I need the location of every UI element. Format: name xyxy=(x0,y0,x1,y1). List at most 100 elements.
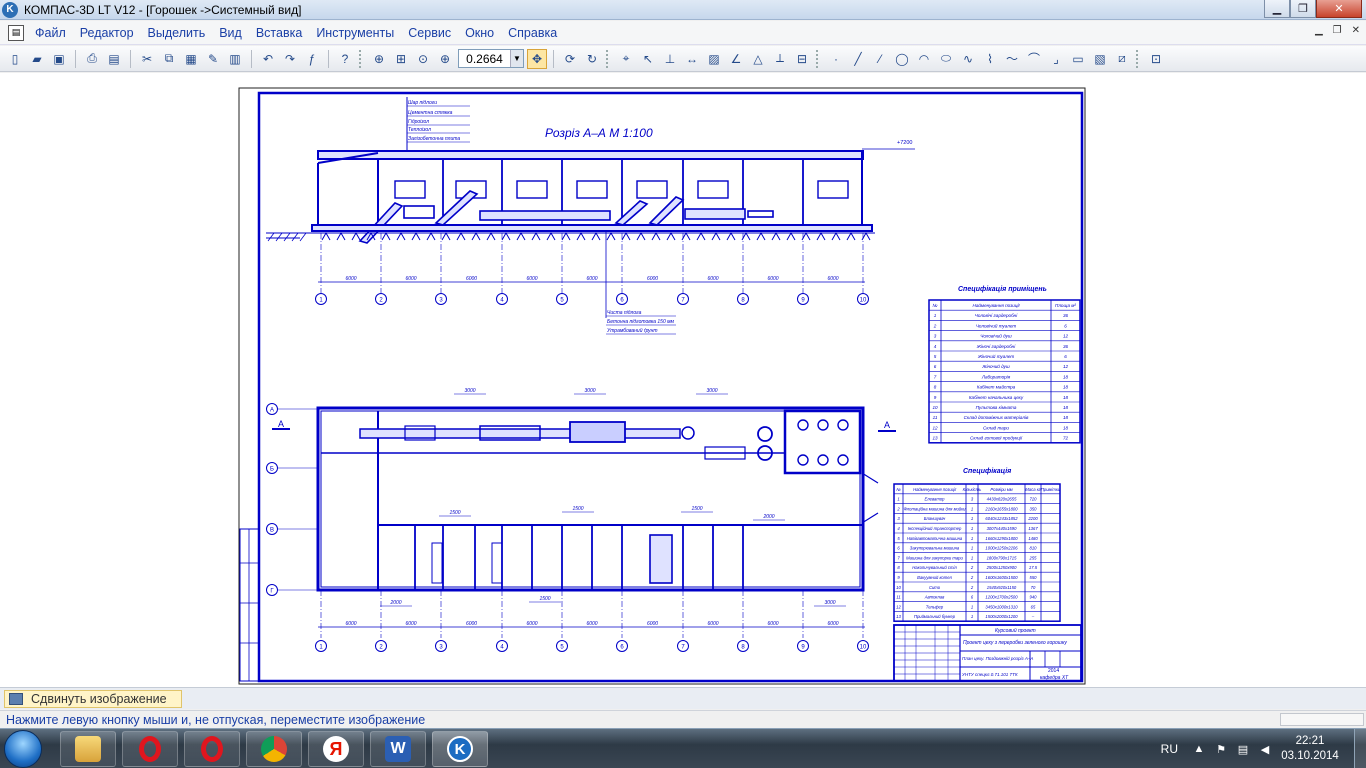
drawing-canvas[interactable]: Шар підлоги Цементна стяжка Гідроізол Те… xyxy=(0,73,1366,687)
dimension-icon[interactable]: ↔ xyxy=(682,49,702,69)
coordinates-icon[interactable]: ⊥ xyxy=(660,49,680,69)
table-cell: 36 xyxy=(1063,313,1069,318)
zoom-value[interactable]: 0.2664 xyxy=(459,52,510,66)
table-cell: 1 xyxy=(971,546,973,551)
refresh-icon[interactable]: ↻ xyxy=(582,49,602,69)
document-icon[interactable]: ▤ xyxy=(8,24,24,41)
triangle-icon[interactable]: △ xyxy=(748,49,768,69)
taskbar-yandex[interactable]: Я xyxy=(308,731,364,767)
rectangle-icon[interactable]: ▭ xyxy=(1068,49,1088,69)
redraw-icon[interactable]: ⟳ xyxy=(560,49,580,69)
measure-icon[interactable]: ∠ xyxy=(726,49,746,69)
taskbar-opera-2[interactable] xyxy=(184,731,240,767)
toolbar-grip[interactable] xyxy=(1136,49,1142,68)
table-icon[interactable]: ⊟ xyxy=(792,49,812,69)
chevron-down-icon[interactable]: ▼ xyxy=(510,50,523,67)
table-cell: 810 xyxy=(1030,546,1038,551)
paste-icon[interactable]: ▦ xyxy=(181,49,201,69)
table-cell: 1 xyxy=(971,614,973,619)
pointer-icon[interactable]: ↖ xyxy=(638,49,658,69)
manager-icon[interactable]: ▥ xyxy=(225,49,245,69)
table-cell: Площа м² xyxy=(1055,303,1076,308)
show-desktop-button[interactable] xyxy=(1354,729,1366,768)
dimension-text: 6000 xyxy=(345,276,356,282)
taskbar-chrome[interactable] xyxy=(246,731,302,767)
kompas-icon[interactable]: K xyxy=(2,1,18,18)
taskbar-opera-1[interactable] xyxy=(122,731,178,767)
doc-close-icon[interactable]: ✕ xyxy=(1352,25,1360,36)
language-indicator[interactable]: RU xyxy=(1161,742,1178,756)
properties-icon[interactable]: ✎ xyxy=(203,49,223,69)
undo-icon[interactable]: ↶ xyxy=(258,49,278,69)
menu-file[interactable]: Файл xyxy=(28,26,73,40)
table-cell: 2200 xyxy=(1027,516,1038,521)
start-button[interactable] xyxy=(4,730,42,768)
chevron-up-icon[interactable]: ▲ xyxy=(1192,742,1206,756)
menu-window[interactable]: Окно xyxy=(458,26,501,40)
doc-minimize-icon[interactable]: ▁ xyxy=(1315,25,1323,36)
clock[interactable]: 22:21 03.10.2014 xyxy=(1280,734,1340,764)
table-cell: 3007х440х1590 xyxy=(987,526,1017,531)
menu-insert[interactable]: Вставка xyxy=(249,26,309,40)
zoom-window-icon[interactable]: ⊞ xyxy=(391,49,411,69)
menu-tools[interactable]: Инструменты xyxy=(309,26,401,40)
fillet-icon[interactable]: ⌒ xyxy=(1024,49,1044,69)
drawing-workspace[interactable]: Шар підлоги Цементна стяжка Гідроізол Те… xyxy=(0,73,1366,687)
polyline-icon[interactable]: ⁄ xyxy=(870,49,890,69)
table-cell: Розміри мм xyxy=(990,487,1012,492)
maximize-button[interactable]: ❐ xyxy=(1290,0,1316,18)
close-icon: ✕ xyxy=(1334,3,1344,15)
taskbar-explorer[interactable] xyxy=(60,731,116,767)
flag-icon[interactable]: ⚑ xyxy=(1214,742,1228,756)
hatch-icon[interactable]: ▨ xyxy=(704,49,724,69)
save-icon[interactable]: ▣ xyxy=(49,49,69,69)
zoom-combobox[interactable]: 0.2664 ▼ xyxy=(458,49,524,68)
table-cell: Лабораторія xyxy=(981,374,1011,379)
zoom-all-icon[interactable]: ⊙ xyxy=(413,49,433,69)
open-folder-icon[interactable]: ▰ xyxy=(27,49,47,69)
snap-icon[interactable]: ⌖ xyxy=(616,49,636,69)
circle-icon[interactable]: ◯ xyxy=(892,49,912,69)
toolbar-grip[interactable] xyxy=(606,49,612,68)
network-icon[interactable]: ▤ xyxy=(1236,742,1250,756)
pan-icon[interactable]: ✥ xyxy=(527,48,547,69)
redo-icon[interactable]: ↷ xyxy=(280,49,300,69)
volume-icon[interactable]: ◀ xyxy=(1258,742,1272,756)
point-icon[interactable]: · xyxy=(826,49,846,69)
table-cell: 8 xyxy=(934,385,937,390)
menu-select[interactable]: Выделить xyxy=(141,26,213,40)
arc-icon[interactable]: ◠ xyxy=(914,49,934,69)
menu-edit[interactable]: Редактор xyxy=(73,26,141,40)
hatching-icon[interactable]: ▧ xyxy=(1090,49,1110,69)
menu-help[interactable]: Справка xyxy=(501,26,564,40)
line-icon[interactable]: ╱ xyxy=(848,49,868,69)
contour-icon[interactable]: ⌇ xyxy=(980,49,1000,69)
close-button[interactable]: ✕ xyxy=(1316,0,1362,18)
spline-icon[interactable]: ∿ xyxy=(958,49,978,69)
taskbar-kompas[interactable]: K xyxy=(432,731,488,767)
copy-icon[interactable]: ⧉ xyxy=(159,49,179,69)
minimize-button[interactable]: ▁ xyxy=(1264,0,1290,18)
equidistant-icon[interactable]: ⧄ xyxy=(1112,49,1132,69)
help-pointer-icon[interactable]: ? xyxy=(335,49,355,69)
new-document-icon[interactable]: ▯ xyxy=(5,49,25,69)
bezier-icon[interactable]: 〜 xyxy=(1002,49,1022,69)
taskbar-word[interactable]: W xyxy=(370,731,426,767)
zoom-frame-icon[interactable]: ⊕ xyxy=(369,49,389,69)
menu-service[interactable]: Сервис xyxy=(401,26,458,40)
toolbar-grip[interactable] xyxy=(359,49,365,68)
menu-view[interactable]: Вид xyxy=(212,26,249,40)
zoom-in-icon[interactable]: ⊕ xyxy=(435,49,455,69)
print-icon[interactable]: ▤ xyxy=(104,49,124,69)
ellipse-icon[interactable]: ⬭ xyxy=(936,49,956,69)
section-letter: А xyxy=(884,420,890,430)
library-icon[interactable]: ⊡ xyxy=(1146,49,1166,69)
toolbar-grip[interactable] xyxy=(816,49,822,68)
print-preview-icon[interactable]: ⎙ xyxy=(82,49,102,69)
param-icon[interactable]: ⟂ xyxy=(770,49,790,69)
doc-restore-icon[interactable]: ❐ xyxy=(1333,25,1342,36)
cut-icon[interactable]: ✂ xyxy=(137,49,157,69)
chamfer-icon[interactable]: ⌟ xyxy=(1046,49,1066,69)
word-icon: W xyxy=(385,736,411,762)
variables-icon[interactable]: ƒ xyxy=(302,49,322,69)
